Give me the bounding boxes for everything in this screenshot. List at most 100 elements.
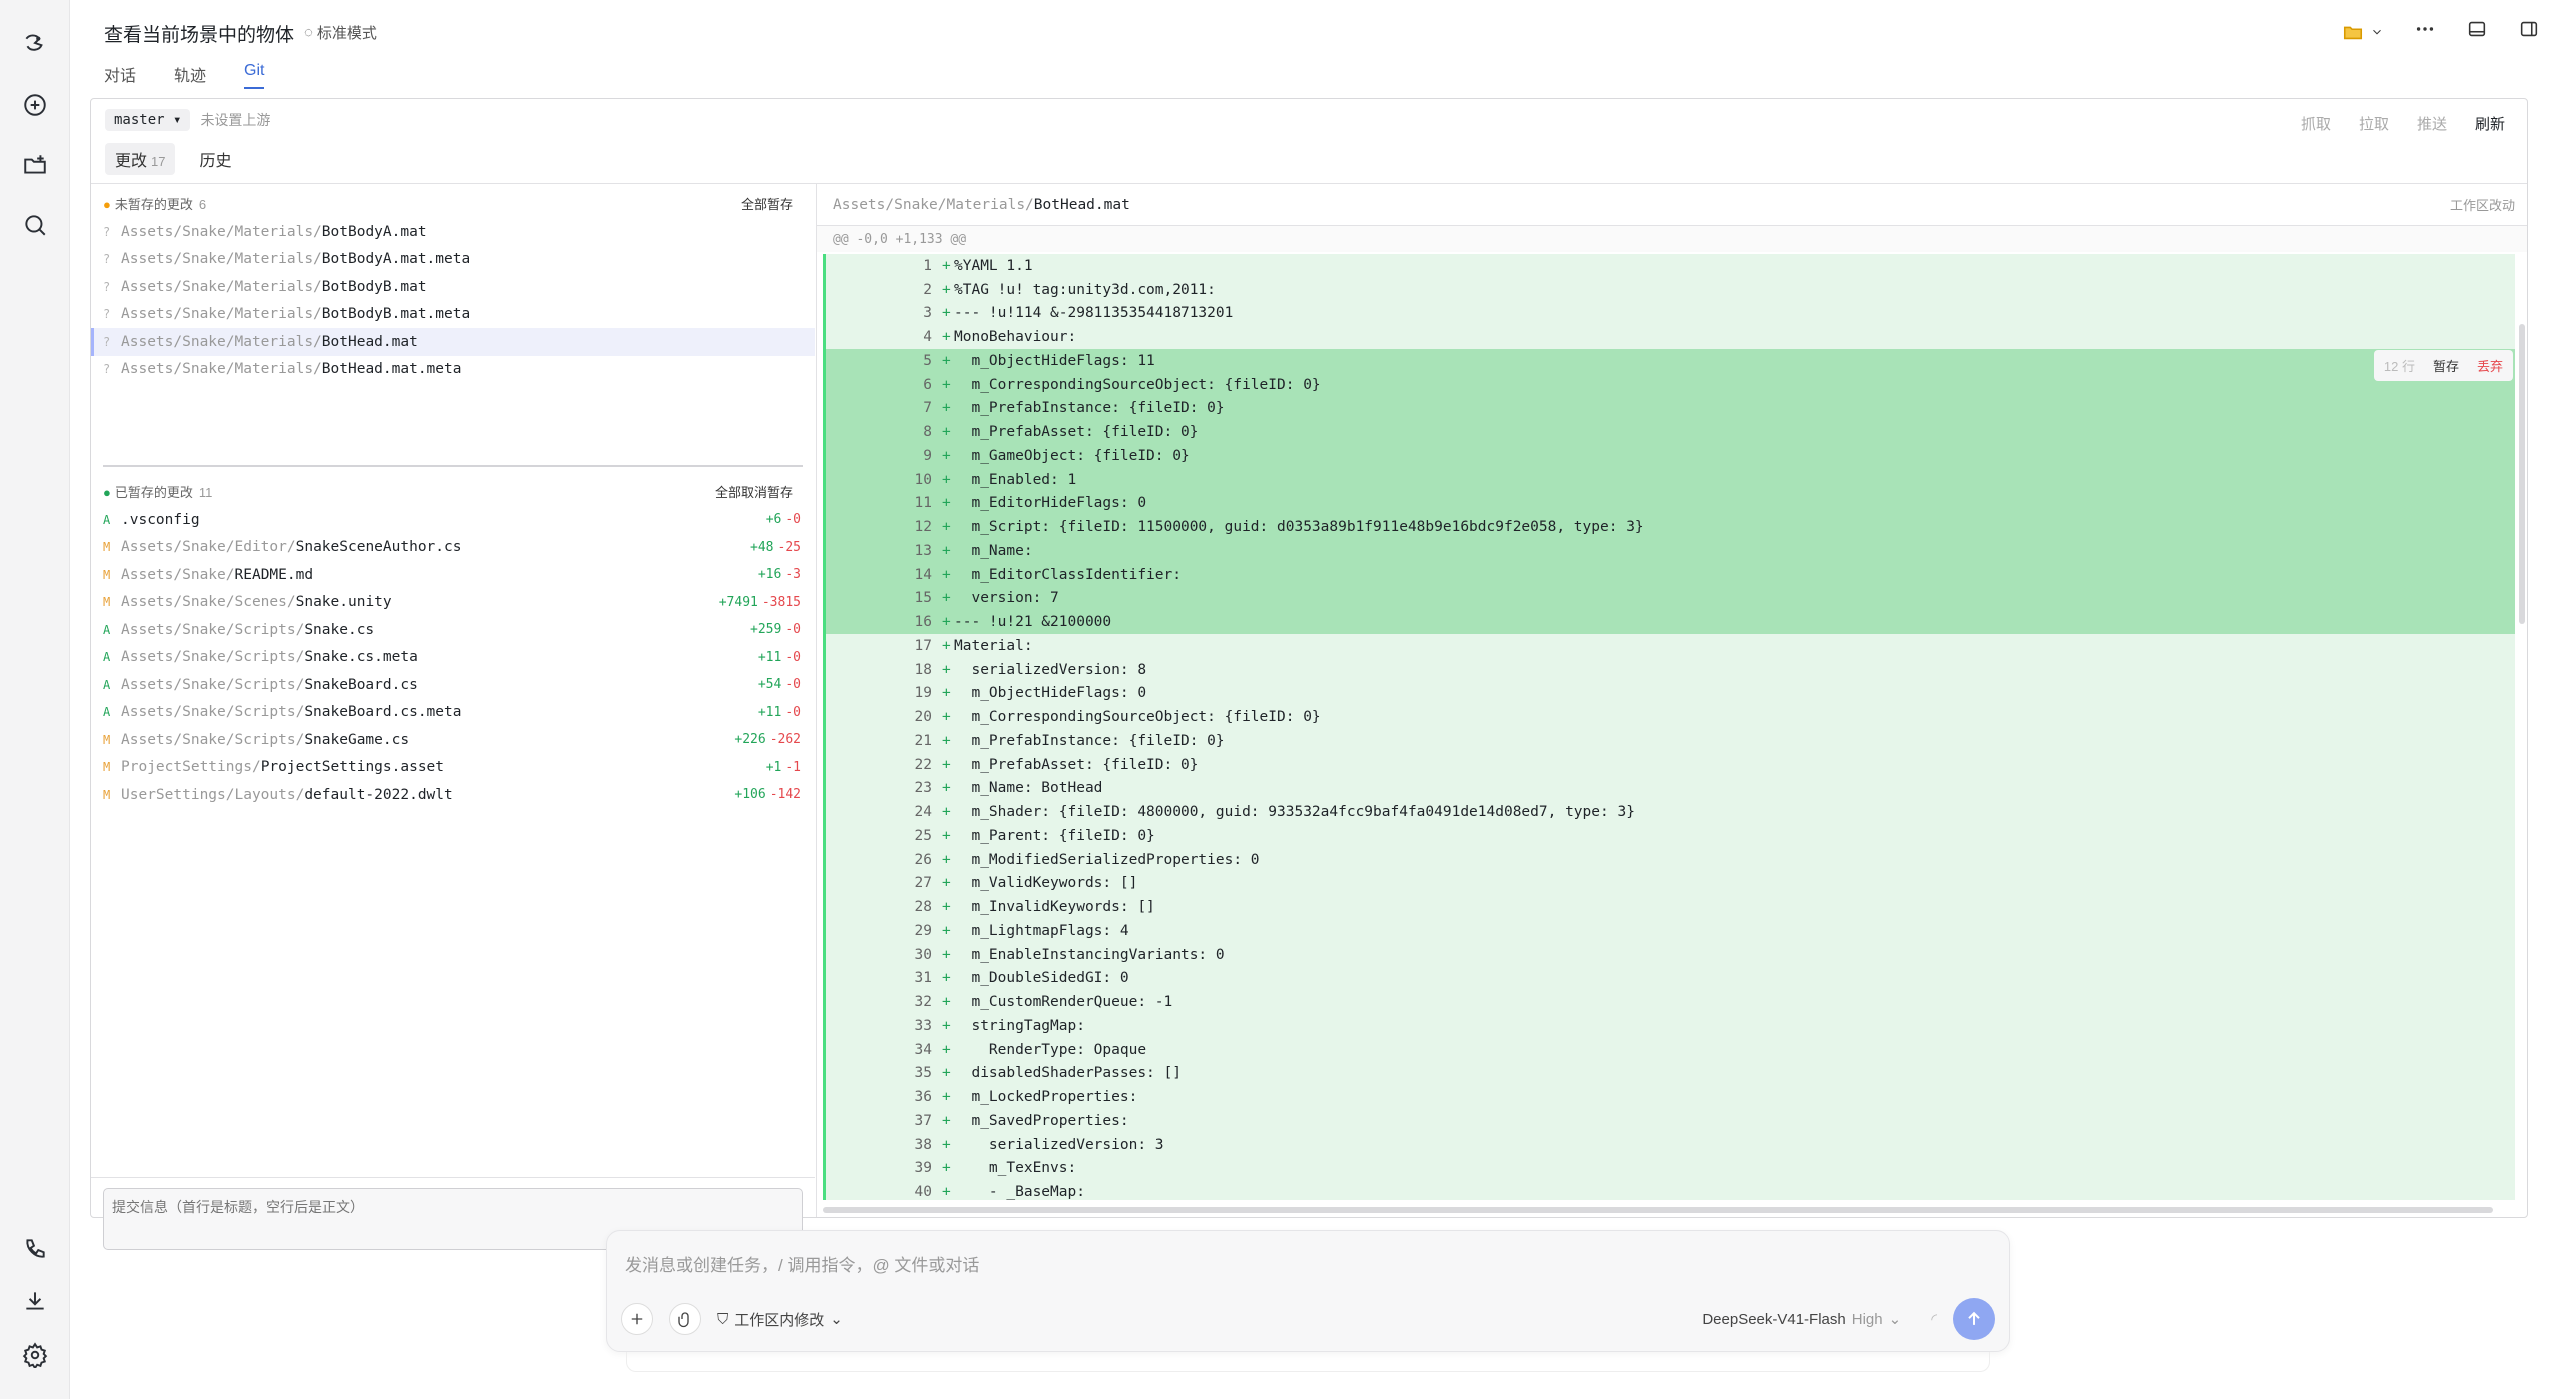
push-button[interactable]: 推送 — [2417, 113, 2447, 134]
phone-icon[interactable] — [18, 1232, 52, 1266]
diff-line[interactable]: 1 + %YAML 1.1 — [826, 254, 2515, 278]
settings-gear-icon[interactable] — [18, 1338, 52, 1372]
diff-line[interactable]: 9 + m_GameObject: {fileID: 0} — [826, 444, 2515, 468]
add-icon[interactable] — [621, 1303, 653, 1335]
tab-changes[interactable]: 更改 17 — [105, 143, 176, 175]
file-row[interactable]: ? Assets/Snake/Materials/BotHead.mat — [91, 328, 815, 356]
diff-line[interactable]: 19 + m_ObjectHideFlags: 0 — [826, 681, 2515, 706]
file-row[interactable]: A Assets/Snake/Scripts/SnakeBoard.cs +54 -0 — [91, 671, 815, 699]
diff-line[interactable]: 15 + version: 7 — [826, 586, 2515, 611]
file-row[interactable]: M Assets/Snake/Editor/SnakeSceneAuthor.cs… — [91, 534, 815, 562]
diff-line[interactable]: 21 + m_PrefabInstance: {fileID: 0} — [826, 729, 2515, 753]
diff-line[interactable]: 28 + m_InvalidKeywords: [] — [826, 895, 2515, 919]
diff-line[interactable]: 35 + disabledShaderPasses: [] — [826, 1061, 2515, 1086]
diff-line[interactable]: 18 + serializedVersion: 8 — [826, 657, 2515, 682]
file-row[interactable]: M Assets/Snake/Scripts/SnakeGame.cs +226 -2… — [91, 726, 815, 754]
diff-line[interactable]: 40 + - _BaseMap: — [826, 1180, 2515, 1200]
unstage-all-button[interactable]: 全部取消暂存 — [715, 482, 793, 501]
diff-line[interactable]: 5 + m_ObjectHideFlags: 11 — [826, 349, 2515, 373]
file-row[interactable]: A .vsconfig +6 -0 — [91, 506, 815, 534]
diff-line[interactable]: 33 + stringTagMap: — [826, 1014, 2515, 1038]
diff-line[interactable]: 32 + m_CustomRenderQueue: -1 — [826, 990, 2515, 1014]
diff-line[interactable]: 16 + --- !u!21 &2100000 — [826, 610, 2515, 634]
tab-git[interactable]: Git — [244, 62, 265, 89]
diff-line[interactable]: 6 + m_CorrespondingSourceObject: {fileID:… — [826, 372, 2515, 397]
file-row[interactable]: ? Assets/Snake/Materials/BotHead.mat.meta — [91, 356, 815, 384]
tab-chat[interactable]: 对话 — [104, 62, 136, 89]
diff-line[interactable]: 30 + m_EnableInstancingVariants: 0 — [826, 942, 2515, 967]
diff-line[interactable]: 12 + m_Script: {fileID: 11500000, guid: d… — [826, 515, 2515, 539]
fetch-button[interactable]: 抓取 — [2301, 113, 2331, 134]
diff-line[interactable]: 29 + m_LightmapFlags: 4 — [826, 919, 2515, 943]
send-button[interactable] — [1953, 1298, 1995, 1340]
file-row[interactable]: ? Assets/Snake/Materials/BotBodyB.mat — [91, 273, 815, 301]
diff-line[interactable]: 2 + %TAG !u! tag:unity3d.com,2011: — [826, 277, 2515, 302]
diff-line[interactable]: 13 + m_Name: — [826, 539, 2515, 563]
scope-selector[interactable]: ⛉ 工作区内修改 ⌄ — [717, 1309, 843, 1330]
diff-line[interactable]: 34 + RenderType: Opaque — [826, 1037, 2515, 1062]
file-row[interactable]: A Assets/Snake/Scripts/SnakeBoard.cs.meta… — [91, 699, 815, 727]
diff-line[interactable]: 10 + m_Enabled: 1 — [826, 467, 2515, 492]
file-row[interactable]: ? Assets/Snake/Materials/BotBodyA.mat — [91, 218, 815, 246]
download-icon[interactable] — [18, 1284, 52, 1318]
tab-history[interactable]: 历史 — [189, 143, 241, 175]
file-row[interactable]: A Assets/Snake/Scripts/Snake.cs.meta +11 -0 — [91, 644, 815, 672]
attach-icon[interactable] — [669, 1303, 701, 1335]
horizontal-scrollbar[interactable] — [823, 1207, 2493, 1213]
stage-lines-button[interactable]: 暂存 — [2433, 356, 2459, 375]
line-text: m_PrefabAsset: {fileID: 0} — [954, 424, 1199, 441]
mode-badge[interactable]: ◌ 标准模式 — [304, 22, 377, 43]
diff-line[interactable]: 36 + m_LockedProperties: — [826, 1085, 2515, 1109]
branch-selector[interactable]: master ▾ — [105, 109, 191, 131]
chat-input[interactable]: 发消息或创建任务，/ 调用指令，@ 文件或对话 — [625, 1251, 979, 1276]
diff-line[interactable]: 26 + m_ModifiedSerializedProperties: 0 — [826, 847, 2515, 872]
stage-all-button[interactable]: 全部暂存 — [741, 194, 793, 213]
diff-line[interactable]: 8 + m_PrefabAsset: {fileID: 0} — [826, 420, 2515, 444]
line-text: %TAG !u! tag:unity3d.com,2011: — [954, 281, 1216, 298]
file-row[interactable]: M Assets/Snake/README.md +16 -3 — [91, 561, 815, 589]
file-row[interactable]: M Assets/Snake/Scenes/Snake.unity +7491 -38… — [91, 589, 815, 617]
bottom-panel-icon[interactable] — [2466, 18, 2488, 45]
diff-line[interactable]: 27 + m_ValidKeywords: [] — [826, 871, 2515, 896]
diff-line[interactable]: 14 + m_EditorClassIdentifier: — [826, 562, 2515, 587]
side-panel-icon[interactable] — [2518, 18, 2540, 45]
file-status: M — [103, 567, 111, 582]
diff-line[interactable]: 22 + m_PrefabAsset: {fileID: 0} — [826, 752, 2515, 777]
tab-trace[interactable]: 轨迹 — [174, 62, 206, 89]
file-row[interactable]: M UserSettings/Layouts/default-2022.dwlt +… — [91, 781, 815, 809]
new-folder-icon[interactable] — [18, 148, 52, 182]
diff-line[interactable]: 4 + MonoBehaviour: — [826, 325, 2515, 349]
diff-line[interactable]: 24 + m_Shader: {fileID: 4800000, guid: 93… — [826, 800, 2515, 824]
file-row[interactable]: ? Assets/Snake/Materials/BotBodyA.mat.met… — [91, 246, 815, 274]
diff-line[interactable]: 17 + Material: — [826, 634, 2515, 658]
discard-lines-button[interactable]: 丢弃 — [2477, 356, 2503, 375]
file-status: M — [103, 540, 111, 555]
file-row[interactable]: ? Assets/Snake/Materials/BotBodyB.mat.met… — [91, 301, 815, 329]
unstaged-header: ● 未暂存的更改 6 全部暂存 — [103, 194, 793, 213]
diff-line[interactable]: 25 + m_Parent: {fileID: 0} — [826, 824, 2515, 848]
diff-line[interactable]: 38 + serializedVersion: 3 — [826, 1132, 2515, 1157]
diff-line[interactable]: 20 + m_CorrespondingSourceObject: {fileID… — [826, 705, 2515, 729]
diff-line[interactable]: 3 + --- !u!114 &-2981135354418713201 — [826, 301, 2515, 326]
diff-line[interactable]: 23 + m_Name: BotHead — [826, 776, 2515, 801]
model-selector[interactable]: DeepSeek-V41-Flash High ⌄ — [1702, 1310, 1901, 1329]
file-row[interactable]: M ProjectSettings/ProjectSettings.asset +1… — [91, 754, 815, 782]
diff-line[interactable]: 37 + m_SavedProperties: — [826, 1109, 2515, 1133]
search-icon[interactable] — [18, 208, 52, 242]
diff-line[interactable]: 7 + m_PrefabInstance: {fileID: 0} — [826, 396, 2515, 421]
file-dir: Assets/Snake/Scenes/ — [121, 594, 296, 611]
vertical-scrollbar[interactable] — [2519, 324, 2525, 624]
added-sign: + — [942, 329, 951, 346]
diff-line[interactable]: 39 + m_TexEnvs: — [826, 1156, 2515, 1181]
app-logo-icon[interactable] — [18, 26, 52, 60]
line-number: 39 — [914, 1160, 932, 1177]
new-task-icon[interactable] — [18, 88, 52, 122]
pull-button[interactable]: 拉取 — [2359, 113, 2389, 134]
diff-line[interactable]: 11 + m_EditorHideFlags: 0 — [826, 491, 2515, 516]
more-icon[interactable] — [2414, 18, 2436, 45]
added-sign: + — [942, 1017, 951, 1034]
folder-switch-icon[interactable] — [2342, 21, 2384, 43]
refresh-button[interactable]: 刷新 — [2475, 113, 2505, 134]
diff-line[interactable]: 31 + m_DoubleSidedGI: 0 — [826, 966, 2515, 991]
file-row[interactable]: A Assets/Snake/Scripts/Snake.cs +259 -0 — [91, 616, 815, 644]
